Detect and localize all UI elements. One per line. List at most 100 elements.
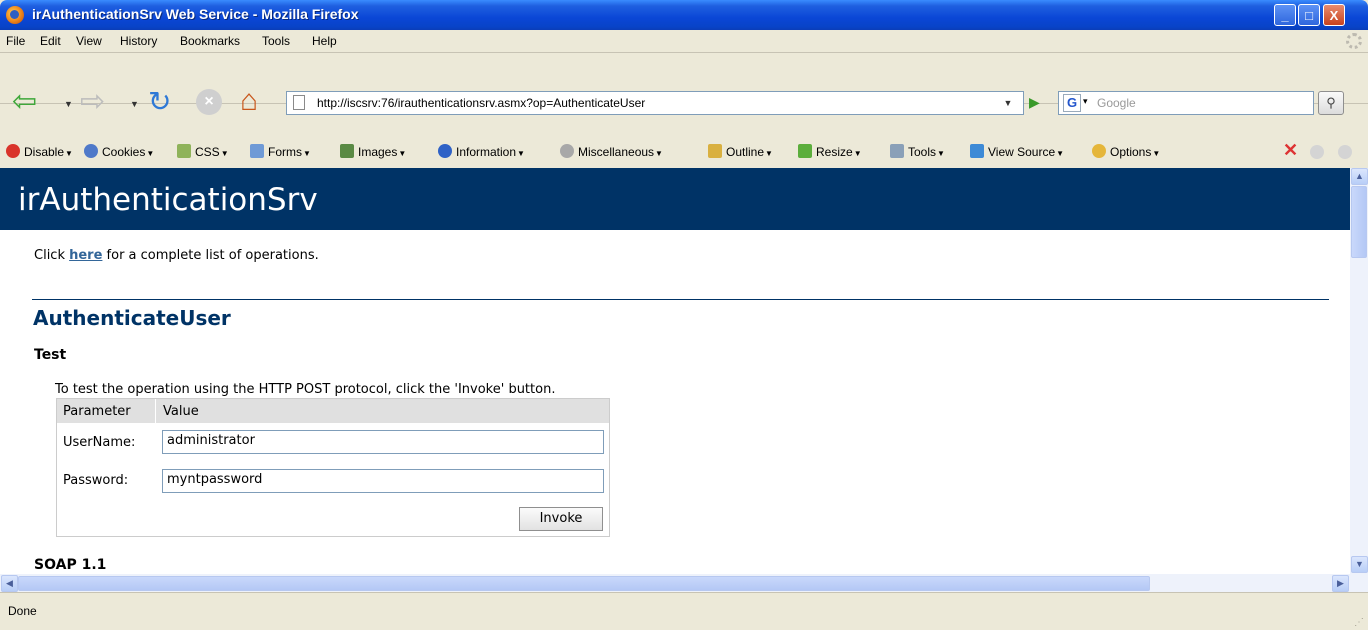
images-icon — [340, 144, 354, 158]
information-icon — [438, 144, 452, 158]
scroll-right-icon[interactable]: ▶ — [1332, 575, 1349, 592]
dev-disable-menu[interactable]: Disable▼ — [6, 144, 73, 159]
url-text[interactable]: http://iscsrv:76/irauthenticationsrv.asm… — [317, 96, 645, 110]
dev-forms-label: Forms — [268, 145, 302, 159]
dev-miscellaneous-label: Miscellaneous — [578, 145, 655, 159]
maximize-button[interactable]: □ — [1298, 4, 1320, 26]
intro-after: for a complete list of operations. — [102, 248, 319, 263]
status-light-icon — [1310, 145, 1324, 159]
search-engine-icon[interactable]: G — [1063, 94, 1081, 112]
vertical-scroll-thumb[interactable] — [1351, 186, 1367, 258]
menu-tools[interactable]: Tools — [262, 34, 290, 48]
dev-options-menu[interactable]: Options▼ — [1092, 144, 1160, 159]
table-header: Parameter Value — [57, 399, 609, 423]
firefox-window: irAuthenticationSrv Web Service - Mozill… — [0, 0, 1368, 630]
dev-tools-menu[interactable]: Tools▼ — [890, 144, 945, 159]
dev-miscellaneous-menu[interactable]: Miscellaneous▼ — [560, 144, 663, 159]
dev-cookies-label: Cookies — [102, 145, 146, 159]
menu-bar: File Edit View History Bookmarks Tools H… — [0, 30, 1368, 53]
dev-images-menu[interactable]: Images▼ — [340, 144, 406, 159]
view-source-icon — [970, 144, 984, 158]
soap-heading: SOAP 1.1 — [34, 557, 107, 573]
throbber-icon — [1346, 33, 1362, 49]
window-title: irAuthenticationSrv Web Service - Mozill… — [32, 6, 359, 22]
stop-icon[interactable]: × — [196, 89, 222, 115]
search-placeholder[interactable]: Google — [1097, 96, 1136, 110]
back-icon[interactable]: ⇦ — [12, 87, 37, 117]
menu-history[interactable]: History — [120, 34, 157, 48]
resize-grip-icon[interactable]: ⋰ — [1354, 617, 1364, 628]
options-icon — [1092, 144, 1106, 158]
url-history-dropdown-icon[interactable]: ▼ — [1000, 94, 1016, 112]
page-header: irAuthenticationSrv — [0, 168, 1350, 230]
magnifier-icon: ⚲ — [1326, 95, 1336, 110]
minimize-button[interactable]: _ — [1274, 4, 1296, 26]
dev-disable-label: Disable — [24, 145, 65, 159]
horizontal-scroll-thumb[interactable] — [18, 576, 1150, 591]
search-box[interactable]: G ▾ Google — [1058, 91, 1314, 115]
firefox-icon — [6, 6, 24, 24]
close-button[interactable]: X — [1323, 4, 1345, 26]
close-toolbar-icon[interactable]: ✕ — [1283, 140, 1298, 161]
status-bar: Done ⋰ — [0, 592, 1368, 630]
dev-outline-label: Outline — [726, 145, 765, 159]
disable-icon — [6, 144, 20, 158]
operations-list-link[interactable]: here — [69, 248, 102, 263]
menu-help[interactable]: Help — [312, 34, 337, 48]
page-content: irAuthenticationSrv Click here for a com… — [0, 168, 1350, 574]
reload-icon[interactable]: ↻ — [148, 87, 171, 117]
test-description: To test the operation using the HTTP POS… — [55, 382, 556, 397]
dev-resize-menu[interactable]: Resize▼ — [798, 144, 862, 159]
intro-before: Click — [34, 248, 70, 263]
status-light-icon — [1338, 145, 1352, 159]
scroll-down-icon[interactable]: ▼ — [1351, 556, 1368, 573]
invoke-button[interactable]: Invoke — [519, 507, 603, 531]
cookies-icon — [84, 144, 98, 158]
test-heading: Test — [34, 347, 67, 363]
home-icon[interactable]: ⌂ — [240, 86, 258, 116]
dev-outline-menu[interactable]: Outline▼ — [708, 144, 773, 159]
dev-options-label: Options — [1110, 145, 1152, 159]
resize-icon — [798, 144, 812, 158]
dev-cookies-menu[interactable]: Cookies▼ — [84, 144, 154, 159]
dev-css-label: CSS — [195, 145, 220, 159]
page-title: irAuthenticationSrv — [18, 182, 318, 218]
title-bar: irAuthenticationSrv Web Service - Mozill… — [0, 0, 1368, 30]
back-history-caret-icon[interactable]: ▼ — [64, 99, 73, 109]
dev-forms-menu[interactable]: Forms▼ — [250, 144, 311, 159]
username-input[interactable]: administrator — [162, 430, 604, 454]
password-label: Password: — [63, 473, 129, 488]
status-text: Done — [8, 604, 37, 618]
col-parameter: Parameter — [63, 404, 131, 419]
page-icon — [293, 95, 305, 110]
username-label: UserName: — [63, 435, 136, 450]
url-bar[interactable]: http://iscsrv:76/irauthenticationsrv.asm… — [286, 91, 1024, 115]
go-icon[interactable]: ▶ — [1029, 94, 1040, 111]
scroll-left-icon[interactable]: ◀ — [1, 575, 18, 592]
dev-css-menu[interactable]: CSS▼ — [177, 144, 229, 159]
menu-view[interactable]: View — [76, 34, 102, 48]
web-developer-toolbar: Disable▼ Cookies▼ CSS▼ Forms▼ Images▼ In… — [0, 134, 1368, 169]
css-icon — [177, 144, 191, 158]
password-input[interactable]: myntpassword — [162, 469, 604, 493]
menu-edit[interactable]: Edit — [40, 34, 61, 48]
forward-history-caret-icon[interactable]: ▼ — [130, 99, 139, 109]
forward-icon[interactable]: ⇨ — [80, 87, 105, 117]
outline-icon — [708, 144, 722, 158]
dev-resize-label: Resize — [816, 145, 853, 159]
operation-title: AuthenticateUser — [33, 306, 231, 330]
dev-information-menu[interactable]: Information▼ — [438, 144, 525, 159]
tools-icon — [890, 144, 904, 158]
col-value: Value — [163, 404, 199, 419]
search-button[interactable]: ⚲ — [1318, 91, 1344, 115]
miscellaneous-icon — [560, 144, 574, 158]
menu-bookmarks[interactable]: Bookmarks — [180, 34, 240, 48]
dev-images-label: Images — [358, 145, 398, 159]
section-divider — [32, 299, 1329, 300]
dev-information-label: Information — [456, 145, 517, 159]
scroll-up-icon[interactable]: ▲ — [1351, 168, 1368, 185]
search-engine-caret-icon[interactable]: ▾ — [1083, 96, 1088, 107]
dev-view-source-menu[interactable]: View Source▼ — [970, 144, 1064, 159]
dev-view-source-label: View Source — [988, 145, 1056, 159]
menu-file[interactable]: File — [6, 34, 25, 48]
